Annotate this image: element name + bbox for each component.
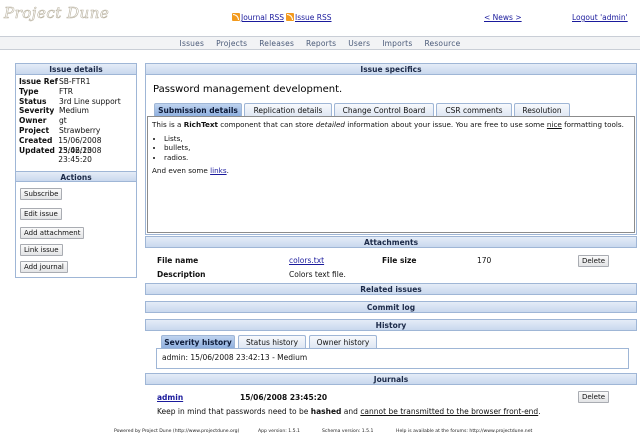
journal-date: 15/06/2008 23:45:20 (240, 393, 328, 402)
issue-specifics-title: Issue specifics (146, 64, 636, 75)
richtext-link[interactable]: links (210, 166, 226, 175)
file-size-value: 170 (477, 256, 492, 265)
detail-row: Severity Medium (19, 106, 89, 116)
issue-specifics-panel: Issue specifics Password management deve… (145, 63, 637, 235)
issue-headline: Password management development. (153, 84, 343, 95)
footer-schema-version: Schema version: 1.5.1 (322, 429, 374, 434)
add-journal-button[interactable]: Add journal (20, 261, 68, 273)
richtext-paragraph: And even some links. (152, 166, 229, 175)
footer-help: Help is available at the forums: http://… (396, 429, 533, 434)
detail-row: Updated 15/06/2008 23:45:20 (19, 145, 102, 165)
journal-text: Keep in mind that passwords need to be h… (157, 407, 541, 416)
nav-releases[interactable]: Releases (253, 39, 300, 48)
attachments-title: Attachments (145, 236, 637, 248)
tab-submission-details[interactable]: Submission details (154, 103, 242, 116)
detail-row: Status 3rd Line support (19, 96, 121, 106)
tab-severity-history[interactable]: Severity history (161, 335, 235, 348)
link-issue-button[interactable]: Link issue (20, 244, 63, 256)
journal-author-link[interactable]: admin (157, 393, 183, 402)
actions-title: Actions (16, 171, 136, 182)
list-item: bullets, (164, 143, 630, 153)
subscribe-button[interactable]: Subscribe (20, 188, 63, 200)
file-size-label: File size (382, 256, 417, 265)
rss-icon (286, 13, 294, 21)
footer-app-version: App version: 1.5.1 (258, 429, 300, 434)
detail-row: Type FTR (19, 86, 73, 96)
nav-users[interactable]: Users (342, 39, 376, 48)
tab-replication-details[interactable]: Replication details (244, 103, 332, 116)
detail-row: Created 15/06/2008 23:42:13 (19, 135, 102, 155)
journal-rss-label: Journal RSS (241, 13, 285, 22)
issue-rss-link[interactable]: Issue RSS (286, 13, 332, 22)
file-name-label: File name (157, 256, 199, 265)
nav-reports[interactable]: Reports (300, 39, 342, 48)
commit-log-title[interactable]: Commit log (145, 301, 637, 313)
list-item: radios. (164, 153, 630, 163)
detail-row: Owner gt (19, 116, 67, 126)
tab-csr-comments[interactable]: CSR comments (436, 103, 512, 116)
nav-issues[interactable]: Issues (174, 39, 211, 48)
attachment-file-link[interactable]: colors.txt (289, 256, 324, 265)
tab-owner-history[interactable]: Owner history (309, 335, 377, 348)
richtext-list: Lists, bullets, radios. (164, 134, 630, 163)
journal-rss-link[interactable]: Journal RSS (232, 13, 284, 22)
project-dune-logo: Project Dune (4, 4, 110, 23)
nav-resource[interactable]: Resource (418, 39, 466, 48)
issue-details-title: Issue details (16, 64, 136, 75)
description-value: Colors text file. (289, 270, 346, 279)
description-label: Description (157, 270, 206, 279)
history-title: History (145, 319, 637, 331)
footer-powered: Powered by Project Dune (http://www.proj… (114, 429, 240, 434)
tab-change-control-board[interactable]: Change Control Board (334, 103, 434, 116)
logout-link[interactable]: Logout 'admin' (572, 13, 628, 22)
tab-status-history[interactable]: Status history (238, 335, 306, 348)
rss-icon (232, 13, 240, 21)
nav-projects[interactable]: Projects (210, 39, 253, 48)
richtext-paragraph: This is a RichText component that can st… (152, 120, 624, 129)
nav-imports[interactable]: Imports (376, 39, 418, 48)
delete-attachment-button[interactable]: Delete (578, 255, 609, 267)
journals-title: Journals (145, 373, 637, 385)
detail-row: Project Strawberry (19, 125, 101, 135)
related-issues-title[interactable]: Related issues (145, 283, 637, 295)
tab-resolution[interactable]: Resolution (514, 103, 570, 116)
news-link[interactable]: < News > (484, 13, 522, 22)
issue-rss-label: Issue RSS (295, 13, 332, 22)
history-entries: admin: 15/06/2008 23:42:13 - Medium (156, 348, 629, 369)
delete-journal-button[interactable]: Delete (578, 391, 609, 403)
history-entry: admin: 15/06/2008 23:42:13 - Medium (162, 353, 308, 362)
edit-issue-button[interactable]: Edit issue (20, 208, 62, 220)
submission-richtext[interactable]: This is a RichText component that can st… (147, 116, 635, 233)
issue-details-panel: Issue details Issue Ref SB-FTR1 Type FTR S… (15, 63, 137, 278)
detail-row: Issue Ref SB-FTR1 (19, 77, 91, 86)
list-item: Lists, (164, 134, 630, 144)
add-attachment-button[interactable]: Add attachment (20, 227, 85, 239)
main-nav: Issues Projects Releases Reports Users I… (0, 36, 640, 50)
